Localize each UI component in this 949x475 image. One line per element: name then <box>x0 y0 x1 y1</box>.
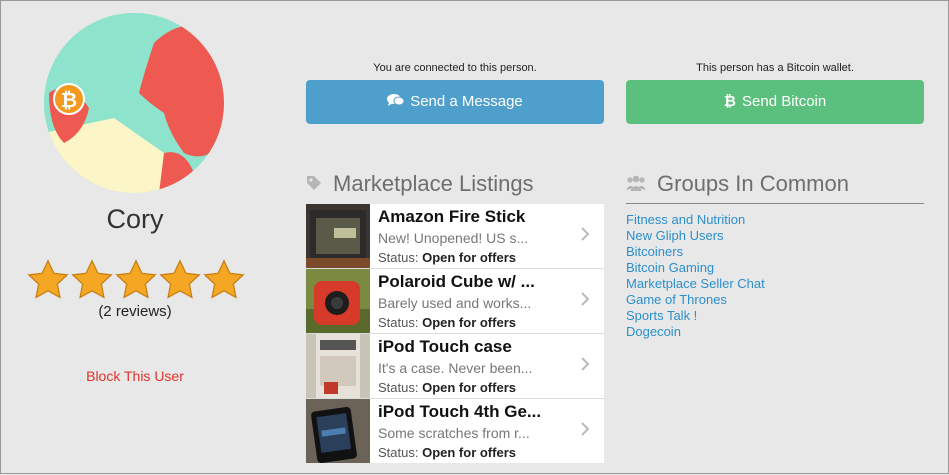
chat-bubbles-icon <box>387 80 405 124</box>
send-message-button[interactable]: Send a Message <box>306 80 604 124</box>
groups-list: Fitness and Nutrition New Gliph Users Bi… <box>626 212 765 340</box>
send-bitcoin-button[interactable]: ₿ Send Bitcoin <box>626 80 924 124</box>
profile-name: Cory <box>106 204 164 234</box>
group-link[interactable]: New Gliph Users <box>626 228 765 244</box>
star-icon <box>203 259 245 299</box>
listing-title: Polaroid Cube w/ ... <box>378 272 535 291</box>
bitcoin-icon: ₿ <box>723 93 736 110</box>
users-icon <box>626 175 651 195</box>
wallet-notice: This person has a Bitcoin wallet. <box>696 62 854 74</box>
listing-item[interactable]: Amazon Fire Stick New! Unopened! US s...… <box>306 204 604 269</box>
star-icon <box>27 259 69 299</box>
group-link[interactable]: Bitcoiners <box>626 244 765 260</box>
rating-stars <box>26 258 246 304</box>
block-user-link[interactable]: Block This User <box>1 368 269 384</box>
chevron-right-icon <box>581 227 590 241</box>
listing-thumbnail <box>306 399 370 463</box>
bitcoin-badge-icon: ₿ <box>53 83 85 115</box>
star-icon <box>115 259 157 299</box>
listing-item[interactable]: iPod Touch case It's a case. Never been.… <box>306 334 604 399</box>
reviews-count[interactable]: (2 reviews) <box>1 303 269 320</box>
listing-status: Status: Open for offers <box>378 315 516 330</box>
listing-status: Status: Open for offers <box>378 380 516 395</box>
groups-title: Groups In Common <box>657 171 849 196</box>
listing-item[interactable]: iPod Touch 4th Ge... Some scratches from… <box>306 399 604 463</box>
listing-status: Status: Open for offers <box>378 250 516 265</box>
chevron-right-icon <box>581 357 590 371</box>
chevron-right-icon <box>581 292 590 306</box>
listing-status: Status: Open for offers <box>378 445 516 460</box>
listing-title: iPod Touch 4th Ge... <box>378 402 542 421</box>
star-icon <box>159 259 201 299</box>
listings-list: Amazon Fire Stick New! Unopened! US s...… <box>306 204 604 463</box>
group-link[interactable]: Bitcoin Gaming <box>626 260 765 276</box>
group-link[interactable]: Marketplace Seller Chat <box>626 276 765 292</box>
chevron-right-icon <box>581 422 590 436</box>
group-link[interactable]: Sports Talk ! <box>626 308 765 324</box>
group-link[interactable]: Dogecoin <box>626 324 765 340</box>
profile-panel: ₿ Cory (2 reviews) Block This User <box>1 1 269 475</box>
connection-notice: You are connected to this person. <box>373 62 537 74</box>
listing-title: Amazon Fire Stick <box>378 207 526 226</box>
listing-description: New! Unopened! US s... <box>378 230 529 246</box>
listing-description: It's a case. Never been... <box>378 360 533 376</box>
listing-description: Barely used and works... <box>378 295 532 311</box>
send-message-label: Send a Message <box>410 93 523 110</box>
star-icon <box>71 259 113 299</box>
groups-heading: Groups In Common <box>626 171 849 197</box>
group-link[interactable]: Game of Thrones <box>626 292 765 308</box>
groups-divider <box>626 203 924 204</box>
marketplace-title: Marketplace Listings <box>333 171 534 196</box>
send-bitcoin-label: Send Bitcoin <box>742 93 827 110</box>
listing-item[interactable]: Polaroid Cube w/ ... Barely used and wor… <box>306 269 604 334</box>
group-link[interactable]: Fitness and Nutrition <box>626 212 765 228</box>
listing-description: Some scratches from r... <box>378 425 530 441</box>
tag-icon <box>306 175 327 195</box>
listing-thumbnail <box>306 334 370 398</box>
listing-title: iPod Touch case <box>378 337 512 356</box>
listing-thumbnail <box>306 269 370 333</box>
listing-thumbnail <box>306 204 370 268</box>
marketplace-heading: Marketplace Listings <box>306 171 534 197</box>
